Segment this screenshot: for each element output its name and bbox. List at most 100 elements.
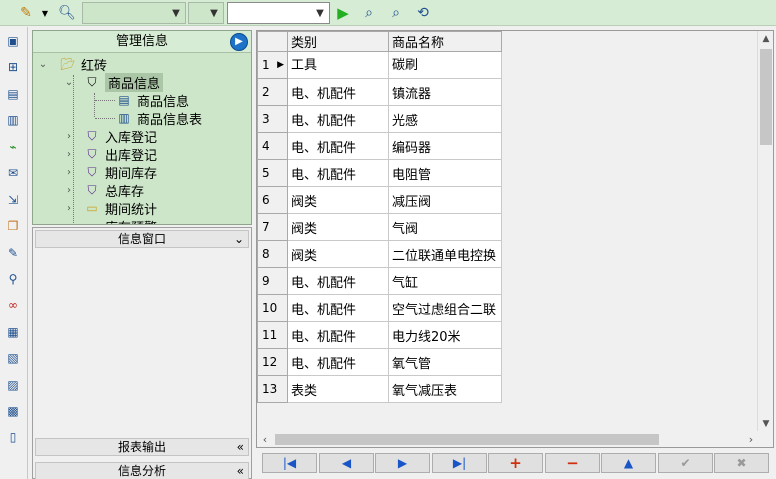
cell-product-name[interactable]: 电力线20米 bbox=[388, 321, 502, 349]
search-combo[interactable]: ▼ bbox=[227, 2, 330, 24]
table-row[interactable]: 13 表类 氧气减压表 bbox=[257, 375, 502, 403]
chevron-right-icon[interactable]: › bbox=[63, 131, 75, 142]
table-row[interactable]: 3 电、机配件 光感 bbox=[257, 105, 502, 133]
table-row[interactable]: 12 电、机配件 氧气管 bbox=[257, 348, 502, 376]
refresh-icon[interactable]: ⟲ bbox=[413, 3, 433, 23]
dropdown-arrow-icon[interactable]: ▼ bbox=[40, 3, 50, 23]
table-row[interactable]: 4 电、机配件 编码器 bbox=[257, 132, 502, 160]
expand-circle-icon[interactable]: ▶ bbox=[230, 33, 248, 51]
chevron-right-icon[interactable]: › bbox=[63, 149, 75, 160]
cell-category[interactable]: 电、机配件 bbox=[287, 294, 389, 322]
table-row[interactable]: 1 ▶ 工具 碳刷 bbox=[257, 51, 502, 79]
delete-record-button[interactable]: − bbox=[545, 453, 600, 473]
report-output-header[interactable]: 报表输出 « bbox=[35, 438, 249, 456]
chevron-down-icon[interactable]: ▼ bbox=[205, 3, 223, 23]
report-icon[interactable]: ▦ bbox=[3, 322, 23, 342]
export-icon[interactable]: ⇲ bbox=[3, 190, 23, 210]
last-record-button[interactable]: ▶| bbox=[432, 453, 487, 473]
tree-node-period-stock[interactable]: › ⛉ 期间库存 bbox=[63, 163, 157, 182]
link-icon[interactable]: ∞ bbox=[3, 295, 23, 315]
tree-node-product-table[interactable]: ▥ 商品信息表 bbox=[115, 109, 202, 128]
table-row[interactable]: 6 阀类 减压阀 bbox=[257, 186, 502, 214]
mail-icon[interactable]: ✉ bbox=[3, 163, 23, 183]
cell-category[interactable]: 电、机配件 bbox=[287, 267, 389, 295]
row-number[interactable]: 5 bbox=[257, 159, 288, 187]
row-number[interactable]: 7 bbox=[257, 213, 288, 241]
play-icon[interactable]: ▶ bbox=[335, 3, 351, 23]
move-up-button[interactable]: ▲ bbox=[601, 453, 656, 473]
tree-node-root[interactable]: ⌄ 📂︎ 红砖 bbox=[37, 55, 107, 74]
cell-category[interactable]: 电、机配件 bbox=[287, 321, 389, 349]
row-number[interactable]: 4 bbox=[257, 132, 288, 160]
table-row[interactable]: 9 电、机配件 气缸 bbox=[257, 267, 502, 295]
tree-node-total-stock[interactable]: › ⛉ 总库存 bbox=[63, 181, 144, 200]
table-row[interactable]: 8 阀类 二位联通单电控换 bbox=[257, 240, 502, 268]
cell-category[interactable]: 阀类 bbox=[287, 186, 389, 214]
filter-combo-2[interactable]: ▼ bbox=[188, 2, 224, 24]
chevron-down-icon[interactable]: ⌄ bbox=[63, 77, 75, 88]
copy-icon[interactable]: ❐ bbox=[3, 216, 23, 236]
tree-structure-icon[interactable]: ⊞ bbox=[3, 57, 23, 77]
cell-product-name[interactable]: 减压阀 bbox=[388, 186, 502, 214]
info-window-header[interactable]: 信息窗口 ⌄ bbox=[35, 230, 249, 248]
cell-product-name[interactable]: 氧气减压表 bbox=[388, 375, 502, 403]
scroll-left-icon[interactable]: ‹ bbox=[257, 431, 273, 447]
find-next-icon[interactable]: ⌕ bbox=[386, 3, 406, 23]
row-number[interactable]: 11 bbox=[257, 321, 288, 349]
scroll-right-icon[interactable]: › bbox=[743, 431, 759, 447]
cell-product-name[interactable]: 电阻管 bbox=[388, 159, 502, 187]
tree-node-product-form[interactable]: ▤ 商品信息 bbox=[115, 91, 189, 110]
tree-node-stock-alert[interactable]: › ▭ 库存预警 bbox=[63, 217, 157, 225]
chevron-right-icon[interactable]: › bbox=[63, 203, 75, 214]
form-icon[interactable]: ▤ bbox=[3, 84, 23, 104]
cell-product-name[interactable]: 二位联通单电控换 bbox=[388, 240, 502, 268]
column-header-product-name[interactable]: 商品名称 bbox=[388, 31, 502, 52]
table-row[interactable]: 2 电、机配件 镇流器 bbox=[257, 78, 502, 106]
find-icon[interactable]: ⌕ bbox=[359, 3, 379, 23]
add-record-button[interactable]: + bbox=[488, 453, 543, 473]
filter-combo-1[interactable]: ▼ bbox=[82, 2, 186, 24]
cell-category[interactable]: 电、机配件 bbox=[287, 105, 389, 133]
cancel-button[interactable]: ✖ bbox=[714, 453, 769, 473]
first-record-button[interactable]: |◀ bbox=[262, 453, 317, 473]
edit-form-icon[interactable]: ✎ bbox=[3, 243, 23, 263]
preview-icon[interactable]: ▧ bbox=[3, 348, 23, 368]
scroll-down-icon[interactable]: ▼ bbox=[758, 416, 773, 432]
tree-node-product-info[interactable]: ⌄ ⛉ 商品信息 bbox=[63, 72, 164, 92]
chevron-down-icon[interactable]: ▼ bbox=[311, 3, 329, 23]
cell-product-name[interactable]: 气缸 bbox=[388, 267, 502, 295]
chevron-down-icon[interactable]: ⌄ bbox=[37, 59, 49, 70]
row-number[interactable]: 2 bbox=[257, 78, 288, 106]
cell-category[interactable]: 表类 bbox=[287, 375, 389, 403]
row-number[interactable]: 10 bbox=[257, 294, 288, 322]
row-number[interactable]: 3 bbox=[257, 105, 288, 133]
chevron-right-icon[interactable]: › bbox=[63, 221, 75, 225]
prev-record-button[interactable]: ◀ bbox=[319, 453, 374, 473]
vertical-scroll-thumb[interactable] bbox=[760, 49, 772, 145]
info-analysis-header[interactable]: 信息分析 « bbox=[35, 462, 249, 479]
document-icon[interactable]: ▥ bbox=[3, 110, 23, 130]
cell-category[interactable]: 工具 bbox=[287, 51, 389, 79]
print-preview-icon[interactable]: ▨ bbox=[3, 375, 23, 395]
table-row[interactable]: 7 阀类 气阀 bbox=[257, 213, 502, 241]
row-number[interactable]: 1 ▶ bbox=[257, 51, 288, 79]
cell-category[interactable]: 电、机配件 bbox=[287, 159, 389, 187]
pencil-icon[interactable]: ✎ bbox=[16, 3, 36, 23]
table-row[interactable]: 10 电、机配件 空气过虑组合二联 bbox=[257, 294, 502, 322]
chevron-right-icon[interactable]: › bbox=[63, 185, 75, 196]
row-number[interactable]: 9 bbox=[257, 267, 288, 295]
table-row[interactable]: 11 电、机配件 电力线20米 bbox=[257, 321, 502, 349]
cell-product-name[interactable]: 编码器 bbox=[388, 132, 502, 160]
cell-product-name[interactable]: 气阀 bbox=[388, 213, 502, 241]
double-chevron-left-icon[interactable]: « bbox=[237, 439, 244, 455]
chevron-down-icon[interactable]: ▼ bbox=[167, 3, 185, 23]
chevron-right-icon[interactable]: › bbox=[63, 167, 75, 178]
cell-product-name[interactable]: 镇流器 bbox=[388, 78, 502, 106]
tree-node-inbound[interactable]: › ⛉ 入库登记 bbox=[63, 127, 157, 146]
trash-icon[interactable]: ▯ bbox=[3, 427, 23, 447]
table-row[interactable]: 5 电、机配件 电阻管 bbox=[257, 159, 502, 187]
horizontal-scroll-thumb[interactable] bbox=[275, 434, 659, 445]
horizontal-scrollbar[interactable]: ‹ › bbox=[257, 431, 759, 447]
cell-product-name[interactable]: 碳刷 bbox=[388, 51, 502, 79]
tree-node-outbound[interactable]: › ⛉ 出库登记 bbox=[63, 145, 157, 164]
